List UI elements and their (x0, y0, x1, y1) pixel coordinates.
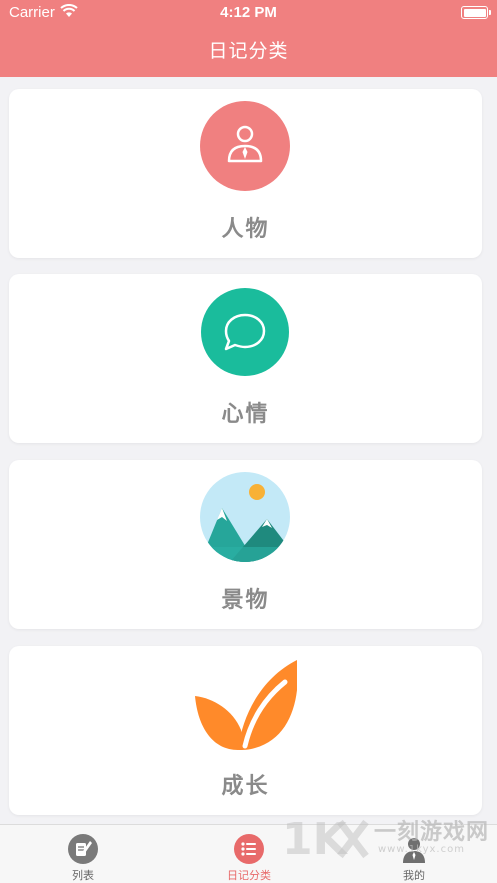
leaf-icon (195, 660, 297, 750)
tab-mine[interactable]: 我的 (331, 825, 497, 883)
tab-label: 列表 (72, 869, 94, 882)
category-card-scenery[interactable]: 景物 (9, 460, 482, 629)
pen-list-icon (68, 834, 98, 864)
category-card-people[interactable]: 人物 (9, 89, 482, 258)
user-icon (403, 838, 425, 863)
battery-icon (461, 6, 491, 19)
mountain-landscape-icon (200, 472, 290, 562)
page-title: 日记分类 (208, 40, 289, 62)
chat-bubble-icon (201, 288, 289, 376)
status-bar: Carrier 4:12 PM (0, 0, 497, 26)
person-icon (200, 101, 290, 191)
navigation-bar: 日记分类 (0, 26, 497, 77)
category-label: 心情 (221, 402, 270, 427)
tab-label: 我的 (403, 869, 425, 882)
list-icon (234, 834, 264, 864)
tab-diary-category[interactable]: 日记分类 (166, 825, 332, 883)
category-card-growth[interactable]: 成长 (9, 646, 482, 815)
tab-label: 日记分类 (227, 869, 271, 882)
tab-bar: 列表 日记分类 我的 (0, 824, 497, 883)
category-card-mood[interactable]: 心情 (9, 274, 482, 443)
clock: 4:12 PM (220, 4, 277, 21)
category-label: 人物 (221, 217, 270, 242)
category-label: 景物 (221, 588, 270, 613)
tab-list[interactable]: 列表 (0, 825, 166, 883)
category-label: 成长 (221, 774, 270, 799)
